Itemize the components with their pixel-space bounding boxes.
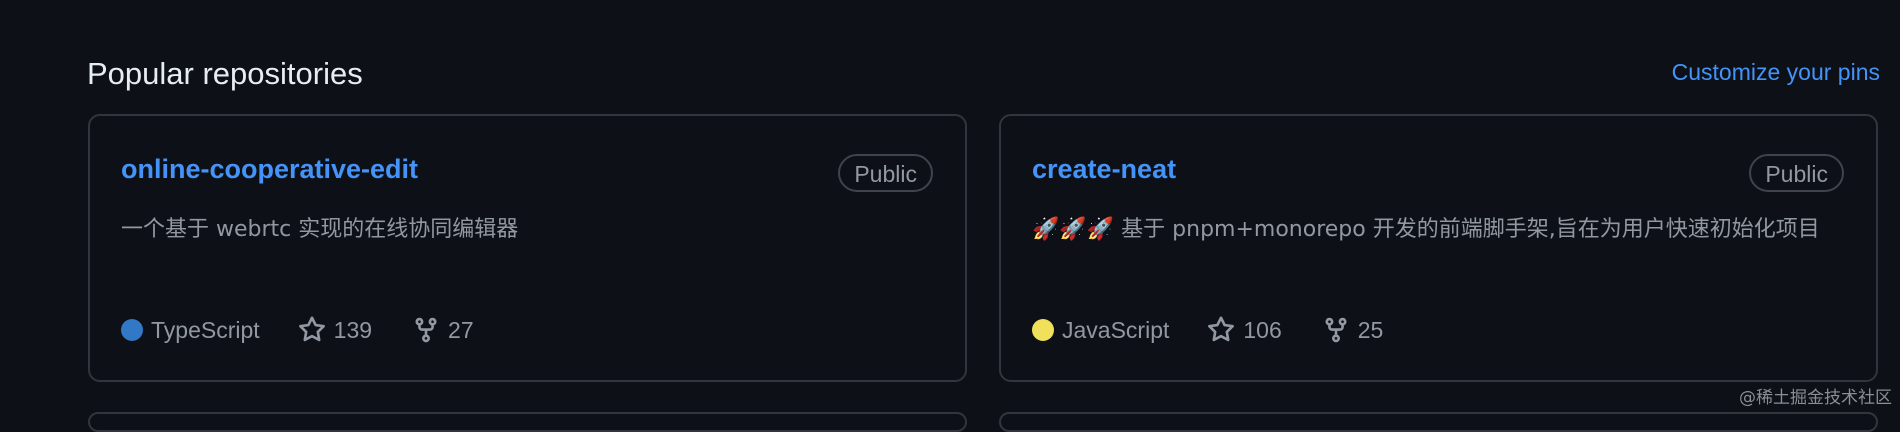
repo-description: 一个基于 webrtc 实现的在线协同编辑器 [121,217,519,242]
star-icon [1208,316,1235,342]
section-title: Popular repositories [87,56,363,91]
visibility-badge: Public [1749,154,1844,192]
repo-meta: TypeScript 139 27 [121,312,474,348]
repo-name-link[interactable]: online-cooperative-edit [121,154,418,185]
forks-count: 25 [1357,316,1384,343]
repo-forked-icon [1325,317,1347,343]
next-card-edge [999,412,1878,432]
forks-count: 27 [448,316,474,343]
stars-link[interactable]: 106 [1207,316,1282,344]
visibility-badge: Public [838,154,933,192]
stars-link[interactable]: 139 [298,316,372,344]
stars-count: 106 [1243,316,1282,343]
repo-meta: JavaScript 106 25 [1032,312,1383,348]
repo-language: JavaScript [1032,317,1169,344]
pinned-repo-card: create-neat Public 🚀🚀🚀 基于 pnpm+monorepo … [999,114,1878,382]
repo-description: 🚀🚀🚀 基于 pnpm+monorepo 开发的前端脚手架,旨在为用户快速初始化… [1032,217,1820,242]
repo-name-link[interactable]: create-neat [1032,154,1176,185]
language-label: JavaScript [1062,316,1170,343]
forks-link[interactable]: 27 [412,316,474,344]
forks-link[interactable]: 25 [1322,316,1384,344]
next-card-edge [88,412,967,432]
stars-count: 139 [333,316,373,343]
language-color-dot [121,319,143,341]
repo-forked-icon [415,317,437,343]
repo-language: TypeScript [121,317,260,344]
star-icon [298,316,325,342]
language-color-dot [1032,319,1054,341]
pinned-repo-card: online-cooperative-edit Public 一个基于 webr… [88,114,967,382]
customize-pins-link[interactable]: Customize your pins [1672,59,1880,86]
watermark: @稀土掘金技术社区 [1739,388,1892,408]
language-label: TypeScript [151,316,260,343]
